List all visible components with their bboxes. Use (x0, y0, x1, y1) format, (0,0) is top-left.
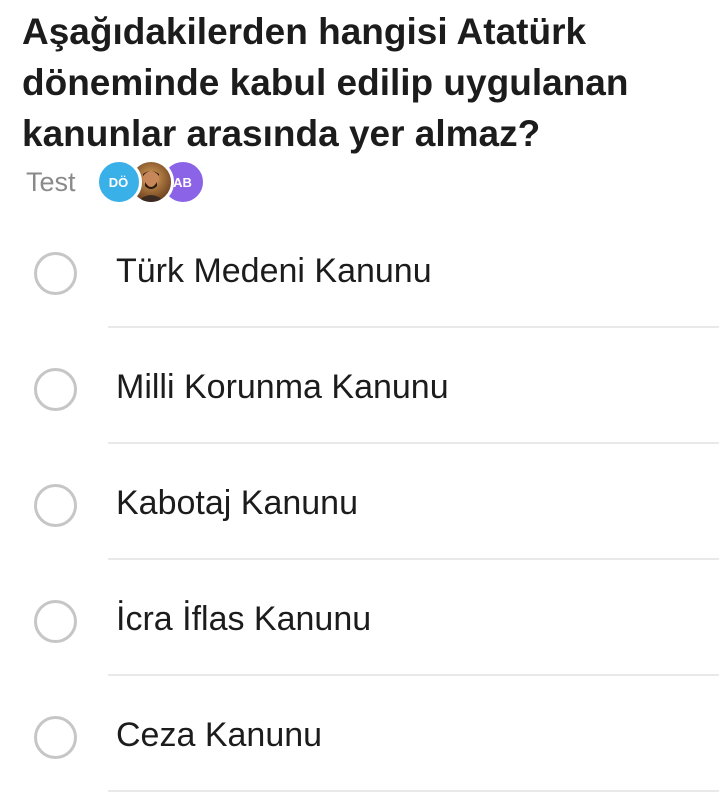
radio-unchecked-icon[interactable] (34, 368, 77, 411)
option-label[interactable]: Kabotaj Kanunu (116, 481, 358, 525)
option-item[interactable]: İcra İflas Kanunu (0, 560, 719, 676)
answer-options: Türk Medeni Kanunu Milli Korunma Kanunu … (0, 212, 719, 792)
divider (108, 790, 719, 792)
option-label[interactable]: Milli Korunma Kanunu (116, 365, 449, 409)
radio-unchecked-icon[interactable] (34, 716, 77, 759)
radio-unchecked-icon[interactable] (34, 600, 77, 643)
avatar-do[interactable]: DÖ (95, 159, 142, 205)
radio-unchecked-icon[interactable] (34, 252, 77, 295)
participant-avatars[interactable]: DÖ AB (95, 159, 206, 205)
radio-unchecked-icon[interactable] (34, 484, 77, 527)
test-label: Test (26, 166, 76, 197)
option-item[interactable]: Kabotaj Kanunu (0, 444, 719, 560)
option-label[interactable]: İcra İflas Kanunu (116, 597, 371, 641)
option-item[interactable]: Türk Medeni Kanunu (0, 212, 719, 328)
option-item[interactable]: Ceza Kanunu (0, 676, 719, 792)
option-label[interactable]: Ceza Kanunu (116, 713, 322, 757)
option-label[interactable]: Türk Medeni Kanunu (116, 249, 432, 293)
option-item[interactable]: Milli Korunma Kanunu (0, 328, 719, 444)
test-meta-row: Test DÖ AB (26, 159, 206, 205)
question-text: Aşağıdakilerden hangisi Atatürk dönemind… (22, 11, 629, 154)
